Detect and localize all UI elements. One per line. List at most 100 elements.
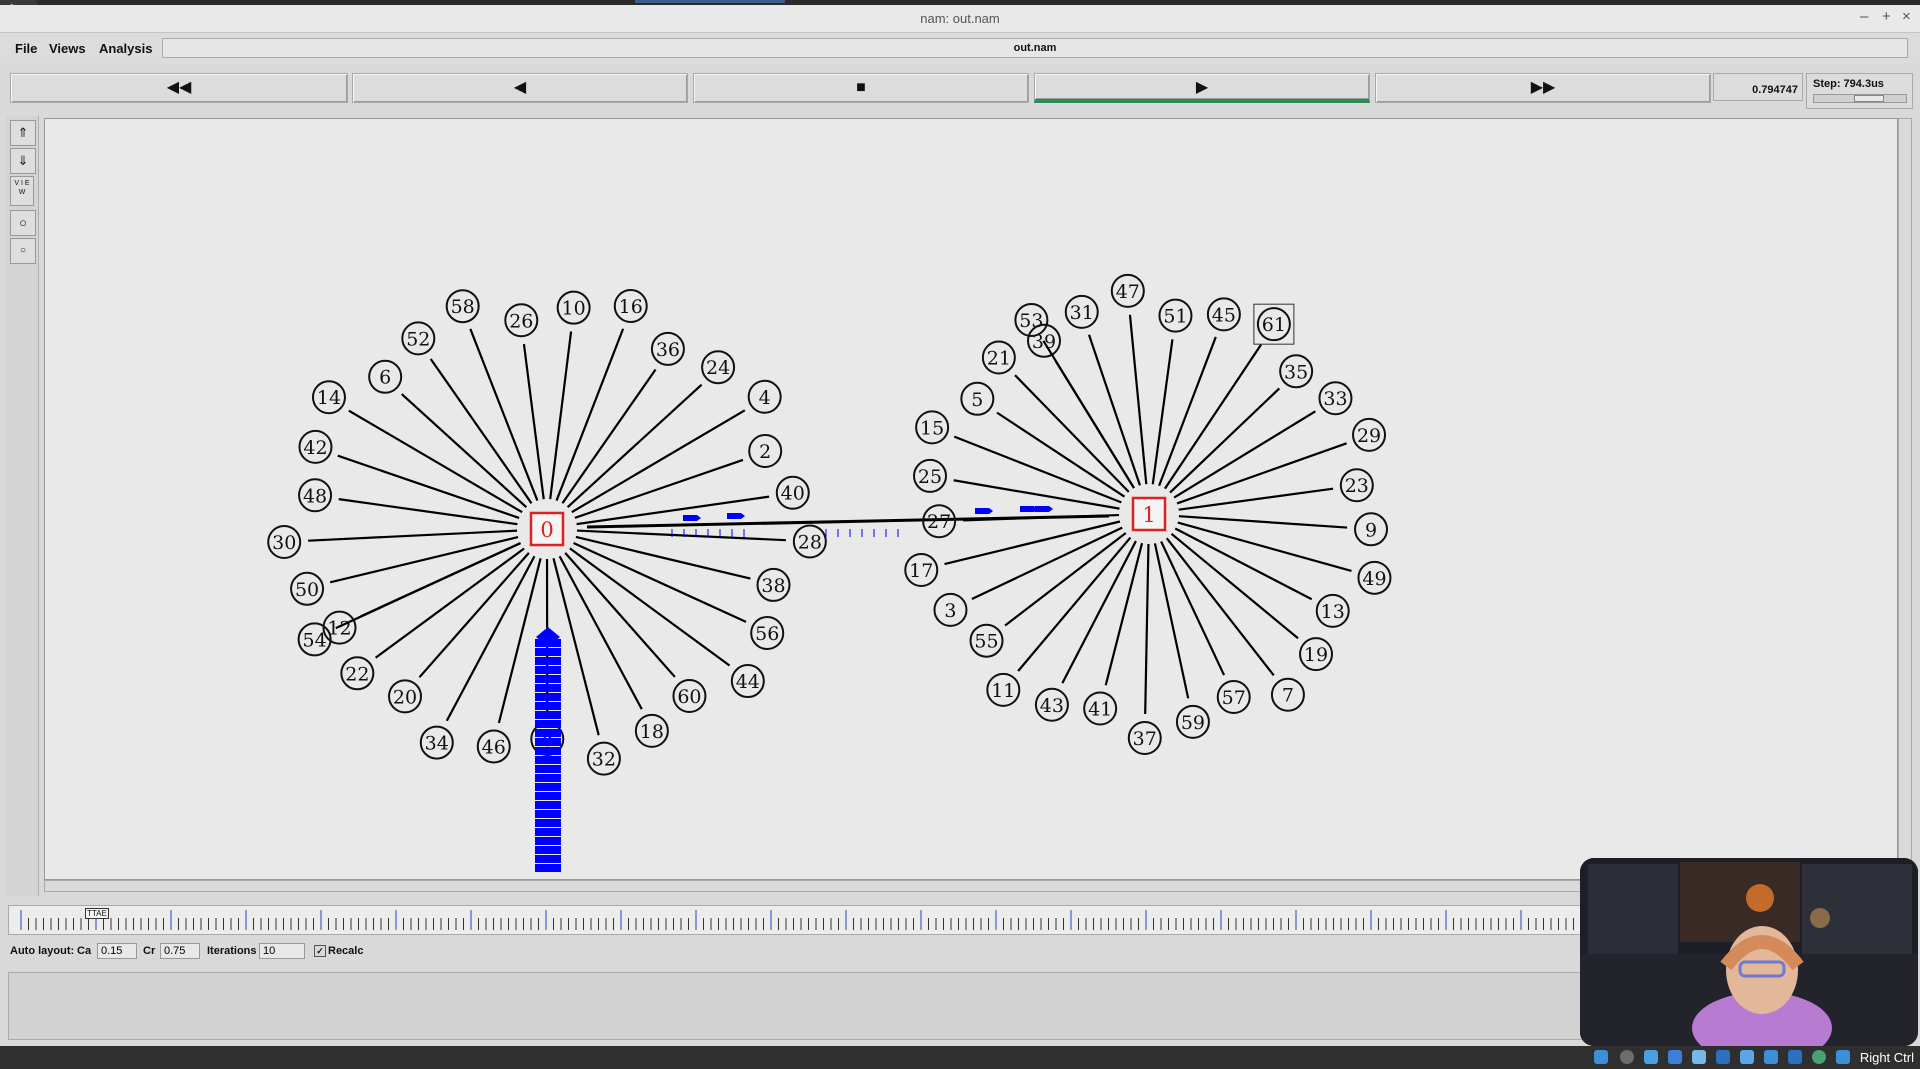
- queued-packet-4: [535, 675, 561, 683]
- vertical-scrollbar[interactable]: [1898, 118, 1912, 880]
- ca-input[interactable]: [97, 943, 137, 959]
- node-23-label: 23: [1345, 475, 1369, 497]
- timeline-marker[interactable]: TTAE: [85, 908, 109, 919]
- link-1-45: [1158, 336, 1217, 487]
- link-0-60: [564, 552, 676, 678]
- node-56-label: 56: [755, 623, 779, 645]
- node-6-label: 6: [379, 367, 391, 389]
- queued-packet-10: [535, 729, 561, 737]
- link-1-61: [1164, 343, 1263, 490]
- capture-icon: [1788, 1050, 1802, 1064]
- node-51-label: 51: [1163, 306, 1187, 328]
- play-button[interactable]: ▶: [1034, 73, 1370, 103]
- queued-packet-7: [535, 702, 561, 710]
- node-55-label: 55: [974, 631, 998, 653]
- fast-forward-button[interactable]: ▶▶: [1375, 73, 1711, 103]
- packet-1: [727, 513, 745, 519]
- recalc-checkbox[interactable]: ✓: [314, 945, 326, 957]
- node-10-label: 10: [562, 298, 586, 320]
- node-58-label: 58: [451, 296, 475, 318]
- menu-bar: File Views Analysis out.nam: [0, 33, 1920, 63]
- node-15-label: 15: [920, 417, 944, 439]
- node-47-label: 47: [1116, 281, 1140, 303]
- node-4-label: 4: [759, 387, 771, 409]
- node-57-label: 57: [1222, 687, 1246, 709]
- link-0-24: [566, 383, 703, 509]
- auto-layout-label: Auto layout:: [10, 945, 75, 957]
- node-2-label: 2: [759, 441, 771, 463]
- queued-packet-21: [535, 828, 561, 836]
- rewind-button[interactable]: ◀◀: [10, 73, 348, 103]
- maximize-button[interactable]: +: [1882, 8, 1891, 25]
- zoom-out-icon[interactable]: ⇓: [10, 148, 36, 174]
- network-icon: [1644, 1050, 1658, 1064]
- step-slider[interactable]: [1813, 94, 1907, 103]
- queued-packet-5: [535, 684, 561, 692]
- node-24-label: 24: [706, 357, 730, 379]
- menu-views[interactable]: Views: [49, 41, 86, 56]
- node-14-label: 14: [317, 387, 341, 409]
- queued-packet-14: [535, 765, 561, 773]
- link-1-53: [1042, 340, 1135, 489]
- node-48-label: 48: [303, 485, 327, 507]
- link-0-16: [555, 328, 625, 501]
- link-0-52: [429, 358, 533, 504]
- view-button[interactable]: V I E W: [10, 176, 34, 206]
- node-29-label: 29: [1357, 425, 1381, 447]
- step-back-button[interactable]: ◀: [352, 73, 688, 103]
- packet-4: [1035, 506, 1053, 512]
- menu-file[interactable]: File: [15, 41, 37, 56]
- large-circle-icon[interactable]: ○: [10, 210, 36, 236]
- host-taskbar: Right Ctrl: [0, 1046, 1920, 1069]
- message-pane[interactable]: [8, 972, 1590, 1040]
- node-44-label: 44: [736, 671, 760, 693]
- router-1-label: 1: [1142, 503, 1155, 527]
- small-circle-icon[interactable]: ○: [10, 238, 36, 264]
- node-38-label: 38: [761, 575, 785, 597]
- link-1-31: [1087, 334, 1141, 486]
- menu-analysis[interactable]: Analysis: [99, 41, 152, 56]
- step-slider-handle[interactable]: [1854, 95, 1884, 102]
- timeline-slider[interactable]: TTAE: [8, 905, 1590, 935]
- minimize-button[interactable]: –: [1860, 8, 1868, 25]
- link-0-50: [329, 535, 519, 584]
- window-title: nam: out.nam: [920, 11, 1000, 26]
- close-button[interactable]: ×: [1902, 8, 1911, 25]
- active-tab-indicator: [635, 0, 785, 3]
- link-1-51: [1151, 339, 1174, 485]
- queued-packet-19: [535, 810, 561, 818]
- node-9-label: 9: [1365, 519, 1377, 541]
- packet-2: [975, 508, 993, 514]
- stop-button[interactable]: ■: [693, 73, 1029, 103]
- iterations-input[interactable]: [259, 943, 305, 959]
- queued-packet-1: [535, 648, 561, 656]
- node-22-label: 22: [345, 663, 369, 685]
- link-1-13: [1174, 527, 1313, 601]
- node-34-label: 34: [425, 733, 449, 755]
- link-1-59: [1153, 543, 1190, 699]
- cr-input[interactable]: [160, 943, 200, 959]
- link-0-28: [576, 529, 786, 542]
- link-0-42: [337, 454, 520, 519]
- link-1-9: [1178, 515, 1348, 529]
- queued-packet-6: [535, 693, 561, 701]
- node-30-label: 30: [272, 532, 296, 554]
- node-31-label: 31: [1070, 302, 1094, 324]
- queued-packet-20: [535, 819, 561, 827]
- node-52-label: 52: [406, 328, 430, 350]
- queued-packet-8: [535, 711, 561, 719]
- node-45-label: 45: [1212, 304, 1236, 326]
- router-0-label: 0: [540, 518, 553, 542]
- zoom-in-icon[interactable]: ⇑: [10, 120, 36, 146]
- webcam-image: [1580, 858, 1918, 1046]
- link-1-21: [1014, 374, 1130, 493]
- node-33-label: 33: [1323, 388, 1347, 410]
- node-17-label: 17: [909, 560, 933, 582]
- network-animation-canvas[interactable]: 12 50 30 48 42 14 6 52 58 26 10 16 36 24 4 2 40 28 38 56 44 6…: [44, 118, 1898, 880]
- node-16-label: 16: [619, 296, 643, 318]
- link-0-20: [418, 552, 530, 678]
- iterations-label: Iterations: [207, 945, 257, 957]
- node-27-label: 27: [927, 511, 951, 533]
- queued-packet-15: [535, 774, 561, 782]
- node-13-label: 13: [1321, 601, 1345, 623]
